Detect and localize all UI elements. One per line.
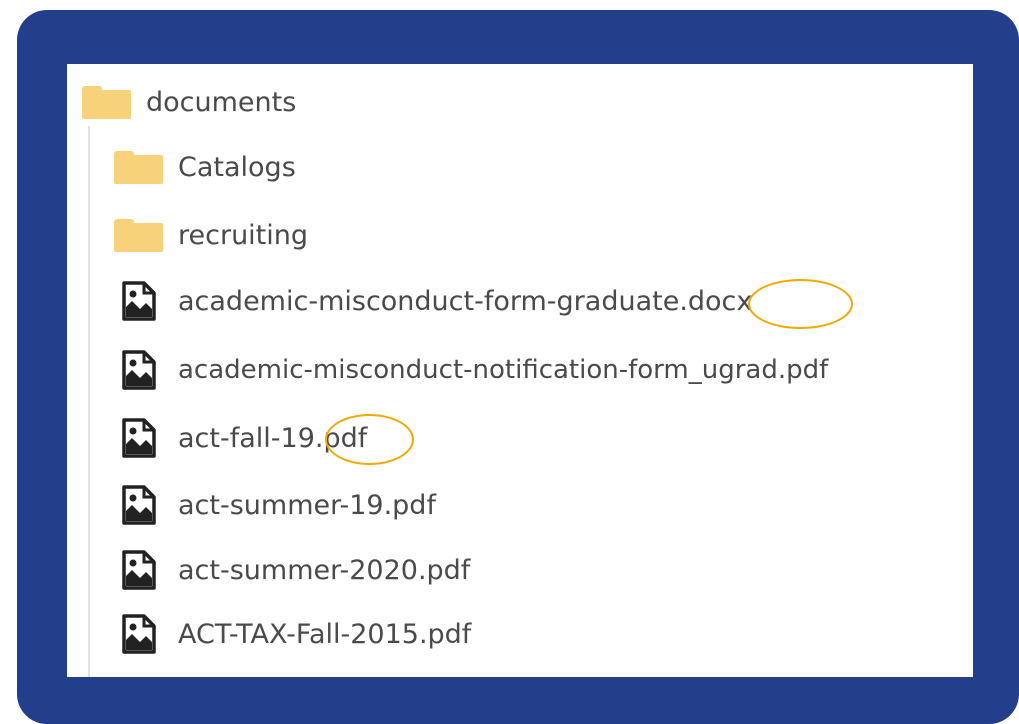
file-image-icon [122,418,156,458]
tree-item-file[interactable]: ACT-TAX-Fall-2015.pdf [121,609,471,659]
file-image-icon [122,350,156,390]
tree-item-recruiting[interactable]: recruiting [114,210,308,260]
folder-icon [114,218,163,252]
tree-item-label: academic-misconduct-form-graduate.docx [178,285,753,317]
tree-item-file[interactable]: academic-misconduct-form-graduate.docx [121,276,752,326]
highlight-circle-pdf [325,414,414,465]
tree-item-file[interactable]: academic-misconduct-notification-form_ug… [121,345,828,395]
tree-item-label: act-summer-19.pdf [178,489,436,521]
tree-item-file[interactable]: act-summer-2020.pdf [121,545,470,595]
tree-item-documents[interactable]: documents [82,77,296,127]
tree-item-label: academic-misconduct-notification-form_ug… [178,355,829,385]
folder-icon [114,150,163,184]
highlight-circle-docx [748,279,853,329]
tree-item-catalogs[interactable]: Catalogs [114,142,296,192]
tree-item-label: ACT-TAX-Fall-2015.pdf [178,618,472,650]
folder-icon [82,85,131,119]
file-image-icon [122,485,156,525]
tree-item-label: recruiting [178,219,309,251]
file-image-icon [122,614,156,654]
tree-item-label: documents [146,86,297,118]
tree-guide-line [88,126,90,677]
file-image-icon [122,281,156,321]
tree-item-label: Catalogs [178,151,296,183]
file-image-icon [122,550,156,590]
tree-item-file[interactable]: act-summer-19.pdf [121,480,436,530]
tree-item-label: act-summer-2020.pdf [178,554,471,586]
